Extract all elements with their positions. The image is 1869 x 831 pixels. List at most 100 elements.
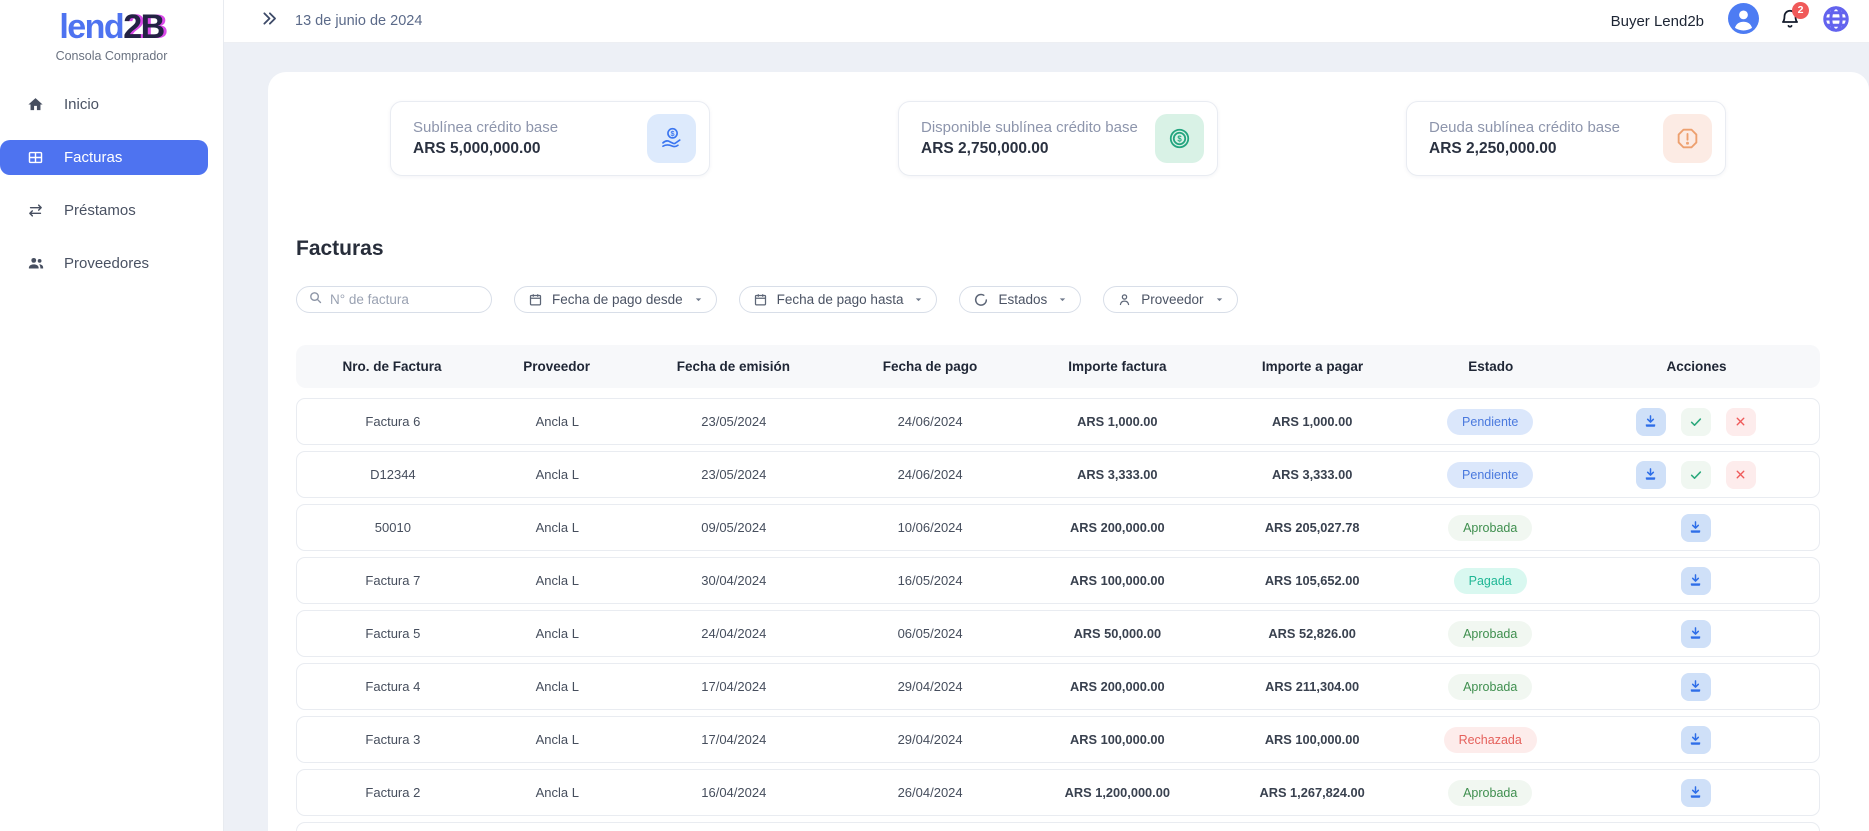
actions-cell [1572, 779, 1819, 807]
language-button[interactable] [1821, 4, 1851, 39]
approve-invoice-button[interactable] [1681, 408, 1711, 436]
download-invoice-button[interactable] [1681, 779, 1711, 807]
invoice-number-cell: Factura 3 [297, 732, 489, 747]
download-invoice-button[interactable] [1681, 567, 1711, 595]
due-date-cell: 10/06/2024 [842, 520, 1019, 535]
invoice-number-cell: D12344 [297, 467, 489, 482]
sidebar-nav: Inicio Facturas Préstamos Proveedores [0, 87, 223, 299]
invoice-number-cell: 50010 [297, 520, 489, 535]
invoice-amount-cell: ARS 200,000.00 [1018, 520, 1216, 535]
status-badge: Rechazada [1444, 727, 1537, 753]
chevron-down-icon [912, 293, 925, 306]
sidebar-item-proveedores[interactable]: Proveedores [0, 246, 208, 281]
column-header: Proveedor [488, 359, 625, 374]
issue-date-cell: 30/04/2024 [626, 573, 842, 588]
actions-cell [1572, 408, 1819, 436]
filter-proveedor[interactable]: Proveedor [1103, 286, 1237, 313]
card-label: Deuda sublínea crédito base [1429, 119, 1663, 136]
table-header: Nro. de Factura Proveedor Fecha de emisi… [296, 345, 1820, 388]
download-invoice-button[interactable] [1681, 673, 1711, 701]
filter-fecha-pago-hasta[interactable]: Fecha de pago hasta [739, 286, 938, 313]
card-sublinea-credito: Sublínea crédito base ARS 5,000,000.00 $ [390, 101, 710, 176]
table-row: 50010 Ancla L 09/05/2024 10/06/2024 ARS … [296, 504, 1820, 551]
column-header: Importe a pagar [1216, 359, 1408, 374]
status-badge: Pagada [1454, 568, 1527, 594]
status-badge: Pendiente [1447, 409, 1533, 435]
provider-cell: Ancla L [489, 732, 626, 747]
home-icon [26, 96, 45, 113]
payable-amount-cell: ARS 100,000.00 [1216, 732, 1408, 747]
download-icon [1643, 414, 1658, 429]
topbar-right: Buyer Lend2b 2 [1611, 3, 1851, 39]
filter-estados[interactable]: Estados [959, 286, 1081, 313]
status-cell: Aprobada [1408, 674, 1572, 700]
status-badge: Aprobada [1448, 515, 1532, 541]
provider-cell: Ancla L [489, 626, 626, 641]
invoices-grid-icon [26, 149, 45, 166]
invoice-number-cell: Factura 5 [297, 626, 489, 641]
chevron-down-icon [692, 293, 705, 306]
download-invoice-button[interactable] [1681, 726, 1711, 754]
notifications-button[interactable]: 2 [1779, 8, 1801, 35]
filter-label: Fecha de pago hasta [777, 292, 904, 307]
brand-logo: lend2B Consola Comprador [0, 10, 223, 63]
logo-text: lend2B [0, 10, 223, 46]
current-date: 13 de junio de 2024 [295, 13, 422, 29]
sidebar-item-prestamos[interactable]: Préstamos [0, 193, 208, 228]
download-invoice-button[interactable] [1636, 408, 1666, 436]
actions-cell [1572, 514, 1819, 542]
table-row: D12344 Ancla L 23/05/2024 24/06/2024 ARS… [296, 451, 1820, 498]
due-date-cell: 24/06/2024 [842, 414, 1019, 429]
reject-icon [1734, 468, 1747, 481]
sidebar-item-inicio[interactable]: Inicio [0, 87, 208, 122]
search-input[interactable] [330, 292, 481, 307]
invoice-amount-cell: ARS 1,200,000.00 [1018, 785, 1216, 800]
payable-amount-cell: ARS 105,652.00 [1216, 573, 1408, 588]
download-invoice-button[interactable] [1681, 620, 1711, 648]
approve-icon [1689, 415, 1703, 429]
issue-date-cell: 16/04/2024 [626, 785, 842, 800]
summary-cards-row: Sublínea crédito base ARS 5,000,000.00 $… [296, 101, 1820, 176]
approve-icon [1689, 468, 1703, 482]
status-cell: Rechazada [1408, 727, 1572, 753]
reject-invoice-button[interactable] [1726, 408, 1756, 436]
download-icon [1643, 467, 1658, 482]
filter-fecha-pago-desde[interactable]: Fecha de pago desde [514, 286, 717, 313]
filter-label: Estados [998, 292, 1047, 307]
approve-invoice-button[interactable] [1681, 461, 1711, 489]
payable-amount-cell: ARS 1,000.00 [1216, 414, 1408, 429]
due-date-cell: 26/04/2024 [842, 785, 1019, 800]
download-icon [1688, 573, 1703, 588]
brand-tagline: Consola Comprador [0, 49, 223, 63]
chevron-down-icon [1056, 293, 1069, 306]
download-invoice-button[interactable] [1681, 514, 1711, 542]
payable-amount-cell: ARS 3,333.00 [1216, 467, 1408, 482]
status-badge: Aprobada [1448, 780, 1532, 806]
invoice-number-cell: Factura 4 [297, 679, 489, 694]
card-info: Sublínea crédito base ARS 5,000,000.00 [413, 119, 647, 158]
status-circle-icon [973, 292, 989, 308]
due-date-cell: 24/06/2024 [842, 467, 1019, 482]
actions-cell [1572, 673, 1819, 701]
download-invoice-button[interactable] [1636, 461, 1666, 489]
user-avatar[interactable] [1728, 3, 1759, 39]
globe-icon [1821, 4, 1851, 39]
chevron-down-icon [1213, 293, 1226, 306]
actions-cell [1572, 567, 1819, 595]
invoice-amount-cell: ARS 200,000.00 [1018, 679, 1216, 694]
provider-cell: Ancla L [489, 679, 626, 694]
download-icon [1688, 785, 1703, 800]
actions-cell [1572, 726, 1819, 754]
user-name: Buyer Lend2b [1611, 13, 1704, 30]
card-value: ARS 2,250,000.00 [1429, 140, 1663, 158]
sidebar-item-facturas[interactable]: Facturas [0, 140, 208, 175]
reject-invoice-button[interactable] [1726, 461, 1756, 489]
sidebar-collapse-button[interactable] [260, 9, 279, 33]
table-row: Factura 4 Ancla L 17/04/2024 29/04/2024 … [296, 663, 1820, 710]
status-cell: Pendiente [1408, 409, 1572, 435]
content-area: Sublínea crédito base ARS 5,000,000.00 $… [224, 43, 1869, 831]
filters-row: Fecha de pago desde Fecha de pago hasta [296, 286, 1820, 313]
invoice-search [296, 286, 492, 313]
search-icon [308, 290, 323, 310]
column-header: Fecha de emisión [625, 359, 841, 374]
